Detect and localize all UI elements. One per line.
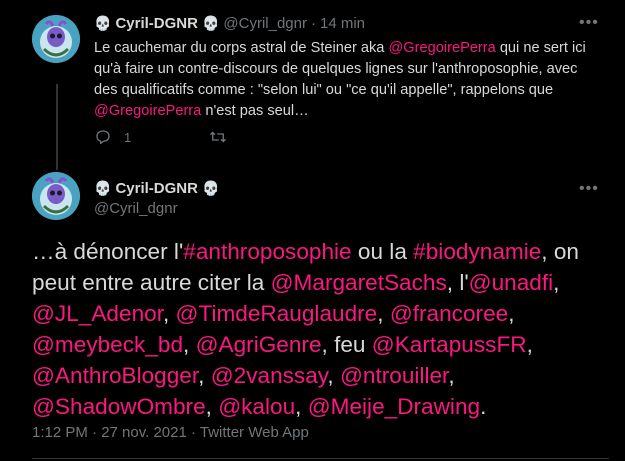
text-segment: , [198,363,211,388]
mention-link[interactable]: @meybeck_bd [32,332,183,357]
text-segment: , [508,301,515,326]
mention-link[interactable]: @GregoirePerra [94,103,201,119]
tweet1-actions: 1 [94,128,227,146]
reply-count: 1 [124,129,132,145]
tweet1-text: Le cauchemar du corps astral de Steiner … [94,38,604,122]
mention-link[interactable]: @francoree [390,301,508,326]
avatar-image [32,172,80,220]
mention-link[interactable]: @AgriGenre [196,332,322,357]
text-segment: , [377,301,390,326]
display-name[interactable]: Cyril-DGNR [115,15,198,32]
text-segment: Le cauchemar du corps astral de Steiner … [94,40,389,56]
divider [32,458,609,459]
tweet2-text: …à dénoncer l'#anthroposophie ou la #bio… [32,236,612,422]
avatar[interactable] [32,15,80,63]
skull-icon: 💀 [201,15,220,32]
mention-link[interactable]: @GregoirePerra [388,40,495,56]
text-segment: , [183,332,196,357]
skull-icon: 💀 [94,180,112,197]
avatar[interactable] [32,172,80,220]
more-icon[interactable]: ••• [579,14,599,32]
reply-icon [96,130,110,145]
text-segment: , [295,394,308,419]
text-segment: , [448,363,455,388]
mention-link[interactable]: @kalou [218,394,295,419]
mention-link[interactable]: @Meije_Drawing [308,394,480,419]
tweet2-header: 💀 Cyril-DGNR 💀 [94,180,219,197]
text-segment: , [327,363,340,388]
tweet-thread: 💀 Cyril-DGNR 💀 @Cyril_dgnr · 14 min ••• … [0,0,625,461]
text-segment: , l' [446,270,469,295]
tweet-time[interactable]: 14 min [320,15,365,32]
reply-button[interactable]: 1 [94,128,131,146]
text-segment: , [553,270,560,295]
mention-link[interactable]: @KartapussFR [372,332,527,357]
text-segment: n'est pas seul… [201,103,309,119]
display-name[interactable]: Cyril-DGNR [115,180,198,197]
user-handle[interactable]: @Cyril_dgnr [223,15,307,32]
retweet-button[interactable] [209,128,227,146]
mention-link[interactable]: @MargaretSachs [271,270,447,295]
tweet1-header: 💀 Cyril-DGNR 💀 @Cyril_dgnr · 14 min [94,15,365,32]
user-handle[interactable]: @Cyril_dgnr [94,200,178,217]
text-segment: …à dénoncer l' [32,239,184,264]
skull-icon: 💀 [94,15,112,32]
mention-link[interactable]: @2vanssay [211,363,328,388]
text-segment: , [526,332,533,357]
retweet-icon [210,131,227,143]
separator-dot: · [310,15,316,32]
thread-connector-line [56,84,58,170]
skull-icon: 💀 [201,180,220,197]
hashtag-link[interactable]: #biodynamie [413,239,541,264]
mention-link[interactable]: @ntrouiller [340,363,448,388]
hashtag-link[interactable]: #anthroposophie [183,239,351,264]
mention-link[interactable]: @unadfi [469,270,554,295]
mention-link[interactable]: @ShadowOmbre [32,394,206,419]
text-segment: , [205,394,219,419]
more-icon[interactable]: ••• [579,180,599,198]
avatar-image [32,15,80,63]
text-segment: , feu [321,332,372,357]
text-segment: ou la [351,239,414,264]
text-segment: , [162,301,176,326]
mention-link[interactable]: @JL_Adenor [32,301,163,326]
mention-link[interactable]: @AnthroBlogger [32,363,198,388]
text-segment: . [480,394,487,419]
tweet-timestamp[interactable]: 1:12 PM · 27 nov. 2021 · Twitter Web App [32,424,309,441]
mention-link[interactable]: @TimdeRauglaudre [176,301,378,326]
